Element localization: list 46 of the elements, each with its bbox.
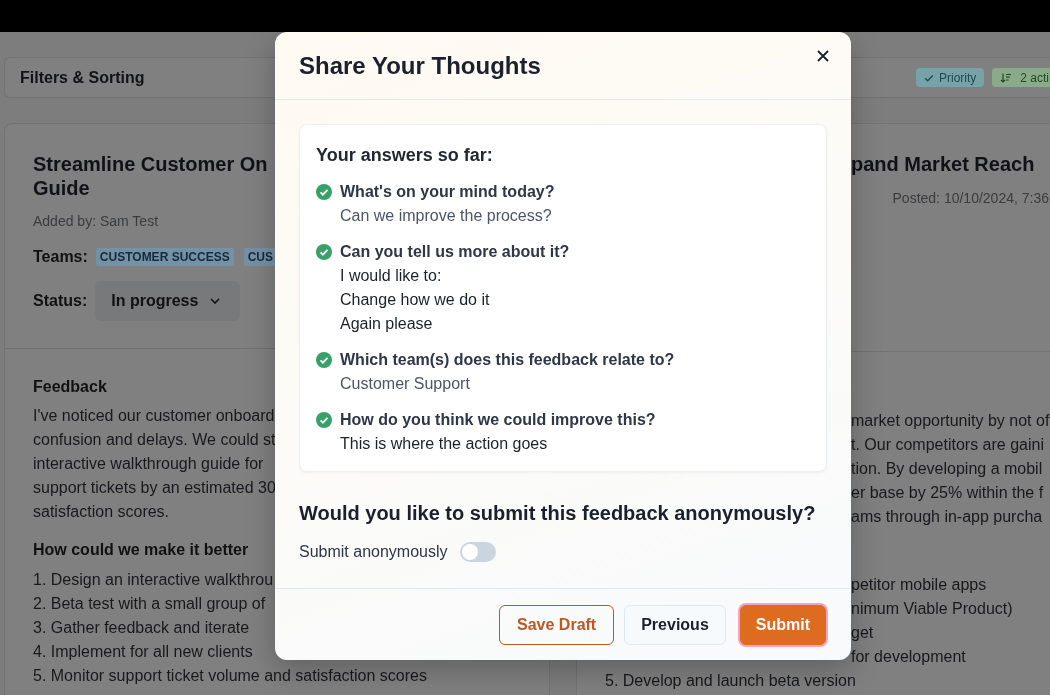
previous-button[interactable]: Previous [624,605,726,645]
step-item: for development [851,647,966,667]
card-title: pand Market Reach [851,152,1035,176]
section-heading: How could we make it better [33,540,249,560]
answer-text: Customer Support [340,374,471,394]
step-item: 4. Implement for all new clients [33,642,253,662]
section-heading: Feedback [33,377,107,397]
team-tag: CUS [243,248,277,266]
toggle-switch[interactable] [459,542,496,562]
question-text: How do you think we could improve this? [340,410,656,430]
status-label: Status: [33,291,88,311]
question-text: Which team(s) does this feedback relate to? [340,350,675,370]
answer-text: Can we improve the process? [340,206,553,226]
filter-chip[interactable]: 2 acti [992,68,1050,87]
step-item: 2. Beta test with a small group of [33,594,266,614]
step-item: nimum Viable Product) [851,599,1013,619]
step-item: 5. Develop and launch beta version [605,671,856,691]
status-dropdown[interactable]: In progress [95,281,241,321]
step-item: get [851,623,874,643]
chevron-down-icon [210,298,221,304]
step-item: 5. Monitor support ticket volume and satisfaction scores [33,666,427,686]
feedback-text: market opportunity by not of t. Our competitors are gaini tion. By developing a mobil er base by 25% within the f ams through in-app purcha [851,411,1050,527]
check-icon [923,72,934,83]
filter-chip[interactable]: Priority [915,68,985,87]
teams-label: Teams: [33,247,88,267]
toggle-label: Submit anonymously [299,542,448,562]
question-text: Can you tell us more about it? [340,242,570,262]
card-title: Streamline Customer On Guide [33,152,268,200]
dialog-title: Share Your Thoughts [299,50,541,81]
filters-title: Filters & Sorting [20,68,145,87]
answer-text: This is where the action goes [340,434,549,454]
sort-icon [1000,72,1012,83]
question-text: What's on your mind today? [340,182,555,202]
added-by-text: Added by: Sam Test [33,212,159,231]
anonymity-heading: Would you like to submit this feedback anonymously? [299,501,817,526]
step-item: petitor mobile apps [851,575,987,595]
close-icon [817,50,829,62]
step-item: 3. Gather feedback and iterate [33,618,250,638]
posted-date: Posted: 10/10/2024, 7:36 [892,189,1049,208]
answers-heading: Your answers so far: [316,144,494,167]
feedback-text: I've noticed our customer onboard confusion and delays. We could st interactive walkthrough guide for support tickets by an estimated 30 satisfaction scores. [33,406,276,522]
team-tag: CUSTOMER SUCCESS [95,248,234,266]
step-item: 1. Design an interactive walkthrou [33,570,274,590]
save-draft-button[interactable]: Save Draft [499,605,615,645]
answer-text: I would like to: Change how we do it Again please [340,266,491,334]
submit-button[interactable]: Submit [739,605,826,645]
